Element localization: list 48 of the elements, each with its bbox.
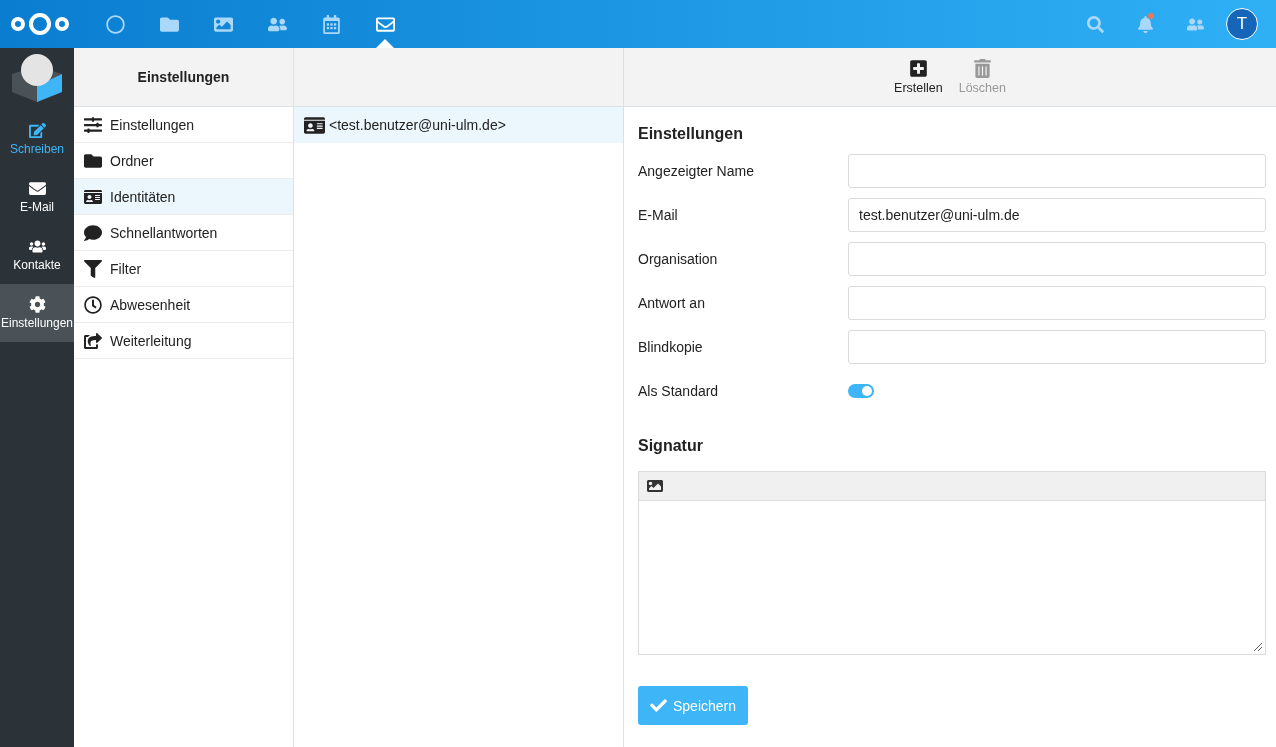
section-title: Signatur bbox=[638, 437, 704, 455]
search-icon bbox=[1086, 15, 1104, 33]
toggle-switch[interactable] bbox=[848, 384, 874, 398]
input-field[interactable] bbox=[848, 330, 1266, 364]
id-card-icon bbox=[84, 187, 102, 206]
calendar-icon bbox=[321, 14, 341, 34]
nav-item[interactable]: Kontakte bbox=[0, 226, 74, 284]
check-icon bbox=[650, 697, 667, 714]
menu-item[interactable]: Identitäten bbox=[74, 179, 293, 215]
trash-icon bbox=[972, 59, 992, 78]
nav-item[interactable]: Schreiben bbox=[0, 110, 74, 168]
folder-icon bbox=[84, 151, 102, 170]
image-button[interactable] bbox=[647, 478, 663, 494]
bell-icon bbox=[1136, 15, 1154, 33]
input-field[interactable] bbox=[848, 242, 1266, 276]
filter-icon bbox=[84, 259, 102, 278]
image-icon bbox=[213, 14, 233, 34]
identity-item[interactable]: <test.benutzer@uni-ulm.de> bbox=[294, 107, 623, 143]
sliders-icon bbox=[84, 115, 102, 134]
column-title: Einstellungen bbox=[137, 69, 230, 85]
id-card-icon bbox=[304, 114, 325, 136]
envelope-icon bbox=[375, 14, 395, 34]
input-field[interactable]: test.benutzer@uni-ulm.de bbox=[848, 198, 1266, 232]
folder-icon bbox=[159, 14, 179, 34]
field-label: Als Standard bbox=[638, 383, 720, 399]
section-title: Einstellungen bbox=[638, 125, 744, 143]
speech-bubble-icon bbox=[84, 223, 102, 242]
field-label: Organisation bbox=[638, 251, 719, 267]
nav-item[interactable]: E-Mail bbox=[0, 168, 74, 226]
people-icon bbox=[28, 238, 46, 255]
create-button[interactable]: Erstellen bbox=[892, 59, 945, 95]
input-field[interactable] bbox=[848, 154, 1266, 188]
field-label: Angezeigter Name bbox=[638, 163, 755, 179]
resize-grip-icon[interactable] bbox=[1251, 640, 1263, 652]
avatar[interactable]: T bbox=[1226, 8, 1258, 40]
share-icon bbox=[84, 331, 102, 350]
field-label: Antwort an bbox=[638, 295, 706, 311]
image-icon bbox=[647, 478, 663, 494]
settings-icon bbox=[28, 296, 46, 313]
envelope-icon bbox=[28, 180, 46, 197]
field-label: E-Mail bbox=[638, 207, 679, 223]
input-field[interactable] bbox=[848, 286, 1266, 320]
ring-icon bbox=[105, 14, 125, 34]
clock-icon bbox=[84, 295, 102, 314]
app-logo-drawing bbox=[10, 52, 64, 104]
logo-icon bbox=[10, 11, 70, 37]
nav-item[interactable]: Einstellungen bbox=[0, 284, 74, 342]
field-label: Blindkopie bbox=[638, 339, 704, 355]
